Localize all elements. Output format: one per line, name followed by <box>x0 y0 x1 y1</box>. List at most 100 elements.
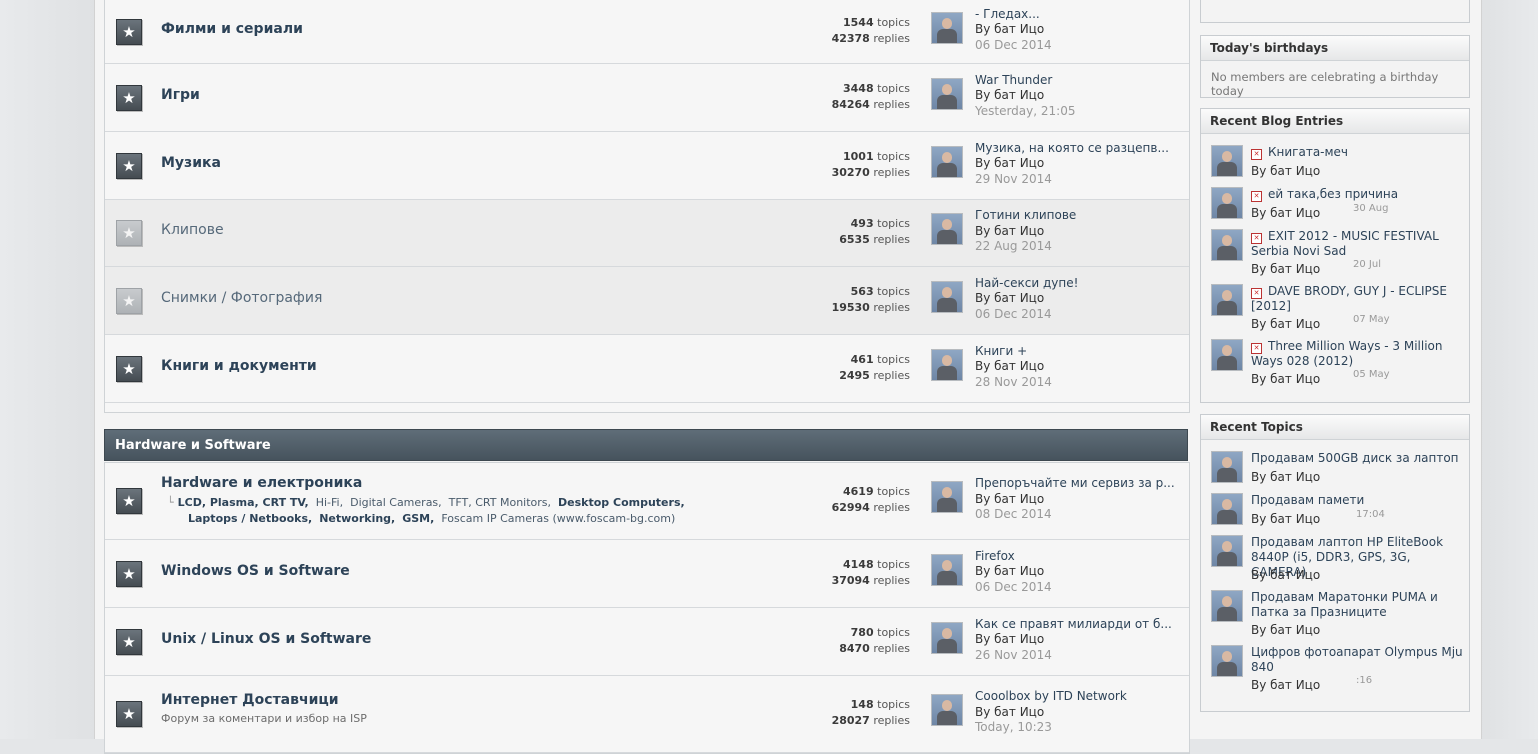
blog-entry-title[interactable]: Three Million Ways - 3 Million Ways 028 … <box>1251 339 1443 368</box>
blog-entry-author[interactable]: By бат Ицо <box>1251 206 1320 220</box>
user-avatar[interactable] <box>1211 145 1243 177</box>
last-post-title[interactable]: - Гледах... <box>975 7 1052 23</box>
recent-topic-author[interactable]: By бат Ицо <box>1251 512 1320 526</box>
blog-entry-icon: ✕ <box>1251 288 1262 299</box>
subforum-link[interactable]: LCD, Plasma, CRT TV, <box>178 496 309 509</box>
user-avatar[interactable] <box>1211 187 1243 219</box>
replies-label: replies <box>873 97 910 111</box>
last-post-title[interactable]: Готини клипове <box>975 208 1076 224</box>
last-post-author[interactable]: By бат Ицо <box>975 705 1127 721</box>
recent-topic-title[interactable]: Продавам памети <box>1251 493 1463 508</box>
user-avatar[interactable] <box>1211 493 1243 525</box>
user-avatar[interactable] <box>931 621 963 654</box>
user-avatar[interactable] <box>931 348 963 381</box>
user-avatar[interactable] <box>1211 590 1243 622</box>
last-post-title[interactable]: Firefox <box>975 549 1052 565</box>
user-avatar[interactable] <box>1211 284 1243 316</box>
blog-entry-date: 20 Jul <box>1353 259 1381 270</box>
subforum-link[interactable]: Foscam IP Cameras (www.foscam-bg.com) <box>441 512 675 525</box>
blog-entry-author[interactable]: By бат Ицо <box>1251 262 1320 276</box>
user-avatar[interactable] <box>1211 339 1243 371</box>
recent-topic-title[interactable]: Цифров фотоапарат Olympus Mju 840 <box>1251 645 1463 675</box>
topics-count: 148 <box>850 698 874 711</box>
forum-name[interactable]: Unix / Linux OS и Software <box>161 631 371 647</box>
forum-name[interactable]: Снимки / Фотография <box>161 290 322 306</box>
forum-row: ★ Hardware и електроника └ LCD, Plasma, CRT… <box>105 463 1189 540</box>
user-avatar[interactable] <box>931 694 963 726</box>
blog-entry-author[interactable]: By бат Ицо <box>1251 164 1320 178</box>
subforum-link[interactable]: Networking, <box>319 512 395 525</box>
recent-topic-author[interactable]: By бат Ицо <box>1251 568 1320 582</box>
forum-name[interactable]: Windows OS и Software <box>161 563 350 579</box>
user-avatar[interactable] <box>931 77 963 110</box>
last-post-title[interactable]: Как се правят милиарди от б... <box>975 617 1172 633</box>
user-avatar[interactable] <box>931 213 963 245</box>
user-avatar[interactable] <box>1211 451 1243 483</box>
user-avatar[interactable] <box>1211 535 1243 567</box>
subforum-list: └ LCD, Plasma, CRT TV, Hi-Fi, Digital Camer… <box>167 496 685 525</box>
last-post-author[interactable]: By бат Ицо <box>975 291 1078 307</box>
blog-entry-author[interactable]: By бат Ицо <box>1251 317 1320 331</box>
topics-label: topics <box>877 284 910 298</box>
forum-name[interactable]: Книги и документи <box>161 358 317 374</box>
recent-topic-author[interactable]: By бат Ицо <box>1251 623 1320 637</box>
forum-stats: 4619 topics 62994 replies <box>765 484 910 516</box>
last-post-title[interactable]: War Thunder <box>975 73 1075 89</box>
recent-topic: Продавам памети By бат Ицо 17:04 <box>1211 493 1461 537</box>
last-post-title[interactable]: Най-секси дупе! <box>975 276 1078 292</box>
forum-name[interactable]: Интернет Доставчици <box>161 692 339 708</box>
forum-status-icon: ★ <box>116 84 142 111</box>
blog-entry-title[interactable]: DAVE BRODY, GUY J - ECLIPSE [2012] <box>1251 284 1447 313</box>
last-post-author[interactable]: By бат Ицо <box>975 224 1076 240</box>
forum-name[interactable]: Hardware и електроника <box>161 475 362 491</box>
forum-row: ★ Филми и сериали 1544 topics 42378 replies… <box>105 0 1189 64</box>
last-post-title[interactable]: Музика, на която се разцепв... <box>975 141 1169 157</box>
subforum-link[interactable]: Desktop Computers, <box>558 496 685 509</box>
user-avatar[interactable] <box>931 145 963 178</box>
last-post-author[interactable]: By бат Ицо <box>975 564 1052 580</box>
subforum-link[interactable]: Laptops / Netbooks, <box>188 512 312 525</box>
forum-name[interactable]: Филми и сериали <box>161 21 303 37</box>
forum-board-hardware: ★ Hardware и електроника └ LCD, Plasma, CRT… <box>104 462 1190 754</box>
last-post-author[interactable]: By бат Ицо <box>975 492 1175 508</box>
forum-name[interactable]: Клипове <box>161 222 224 238</box>
recent-topic-title[interactable]: Продавам 500GB диск за лаптоп <box>1251 451 1463 466</box>
last-post-date: 28 Nov 2014 <box>975 374 1052 389</box>
last-post-author[interactable]: By бат Ицо <box>975 22 1052 38</box>
user-avatar[interactable] <box>931 11 963 44</box>
recent-topic-author[interactable]: By бат Ицо <box>1251 678 1320 692</box>
user-avatar[interactable] <box>931 553 963 586</box>
last-post-title[interactable]: Препоръчайте ми сервиз за р... <box>975 476 1175 492</box>
last-post-author[interactable]: By бат Ицо <box>975 156 1169 172</box>
last-post-title[interactable]: Книги + <box>975 344 1052 360</box>
topics-count: 1001 <box>843 149 874 163</box>
forum-name[interactable]: Игри <box>161 87 200 103</box>
replies-count: 19530 <box>831 300 870 314</box>
last-post-author[interactable]: By бат Ицо <box>975 359 1052 375</box>
user-avatar[interactable] <box>1211 645 1243 677</box>
topics-label: topics <box>877 81 910 95</box>
blog-entry-author[interactable]: By бат Ицо <box>1251 372 1320 386</box>
subforum-link[interactable]: TFT, CRT Monitors, <box>449 496 551 509</box>
user-avatar[interactable] <box>1211 229 1243 261</box>
user-avatar[interactable] <box>931 280 963 313</box>
blog-entry-title[interactable]: EXIT 2012 - MUSIC FESTIVAL Serbia Novi S… <box>1251 229 1439 258</box>
last-post-title[interactable]: Cooolbox by ITD Network <box>975 689 1127 705</box>
last-post-author[interactable]: By бат Ицо <box>975 632 1172 648</box>
category-header[interactable]: Hardware и Software <box>104 429 1188 461</box>
subforum-link[interactable]: Hi-Fi, <box>316 496 343 509</box>
last-post-author[interactable]: By бат Ицо <box>975 88 1075 104</box>
recent-topic: Продавам 500GB диск за лаптоп By бат Ицо <box>1211 451 1461 495</box>
forum-status-icon: ★ <box>116 628 142 655</box>
recent-blog-box: Recent Blog Entries ✕ Книгата-меч By бат И… <box>1200 108 1470 403</box>
user-avatar[interactable] <box>931 481 963 513</box>
recent-topic-author[interactable]: By бат Ицо <box>1251 470 1320 484</box>
last-post-date: 06 Dec 2014 <box>975 579 1052 594</box>
blog-entry-title[interactable]: Книгата-меч <box>1268 145 1348 159</box>
recent-topic-title[interactable]: Продавам Маратонки PUMA и Патка за Празн… <box>1251 590 1463 620</box>
forum-name[interactable]: Музика <box>161 155 221 171</box>
subforum-link[interactable]: GSM, <box>402 512 434 525</box>
blog-entry-title[interactable]: ей така,без причина <box>1268 187 1398 201</box>
blog-entry-date: 30 Aug <box>1353 203 1389 214</box>
subforum-link[interactable]: Digital Cameras, <box>350 496 442 509</box>
